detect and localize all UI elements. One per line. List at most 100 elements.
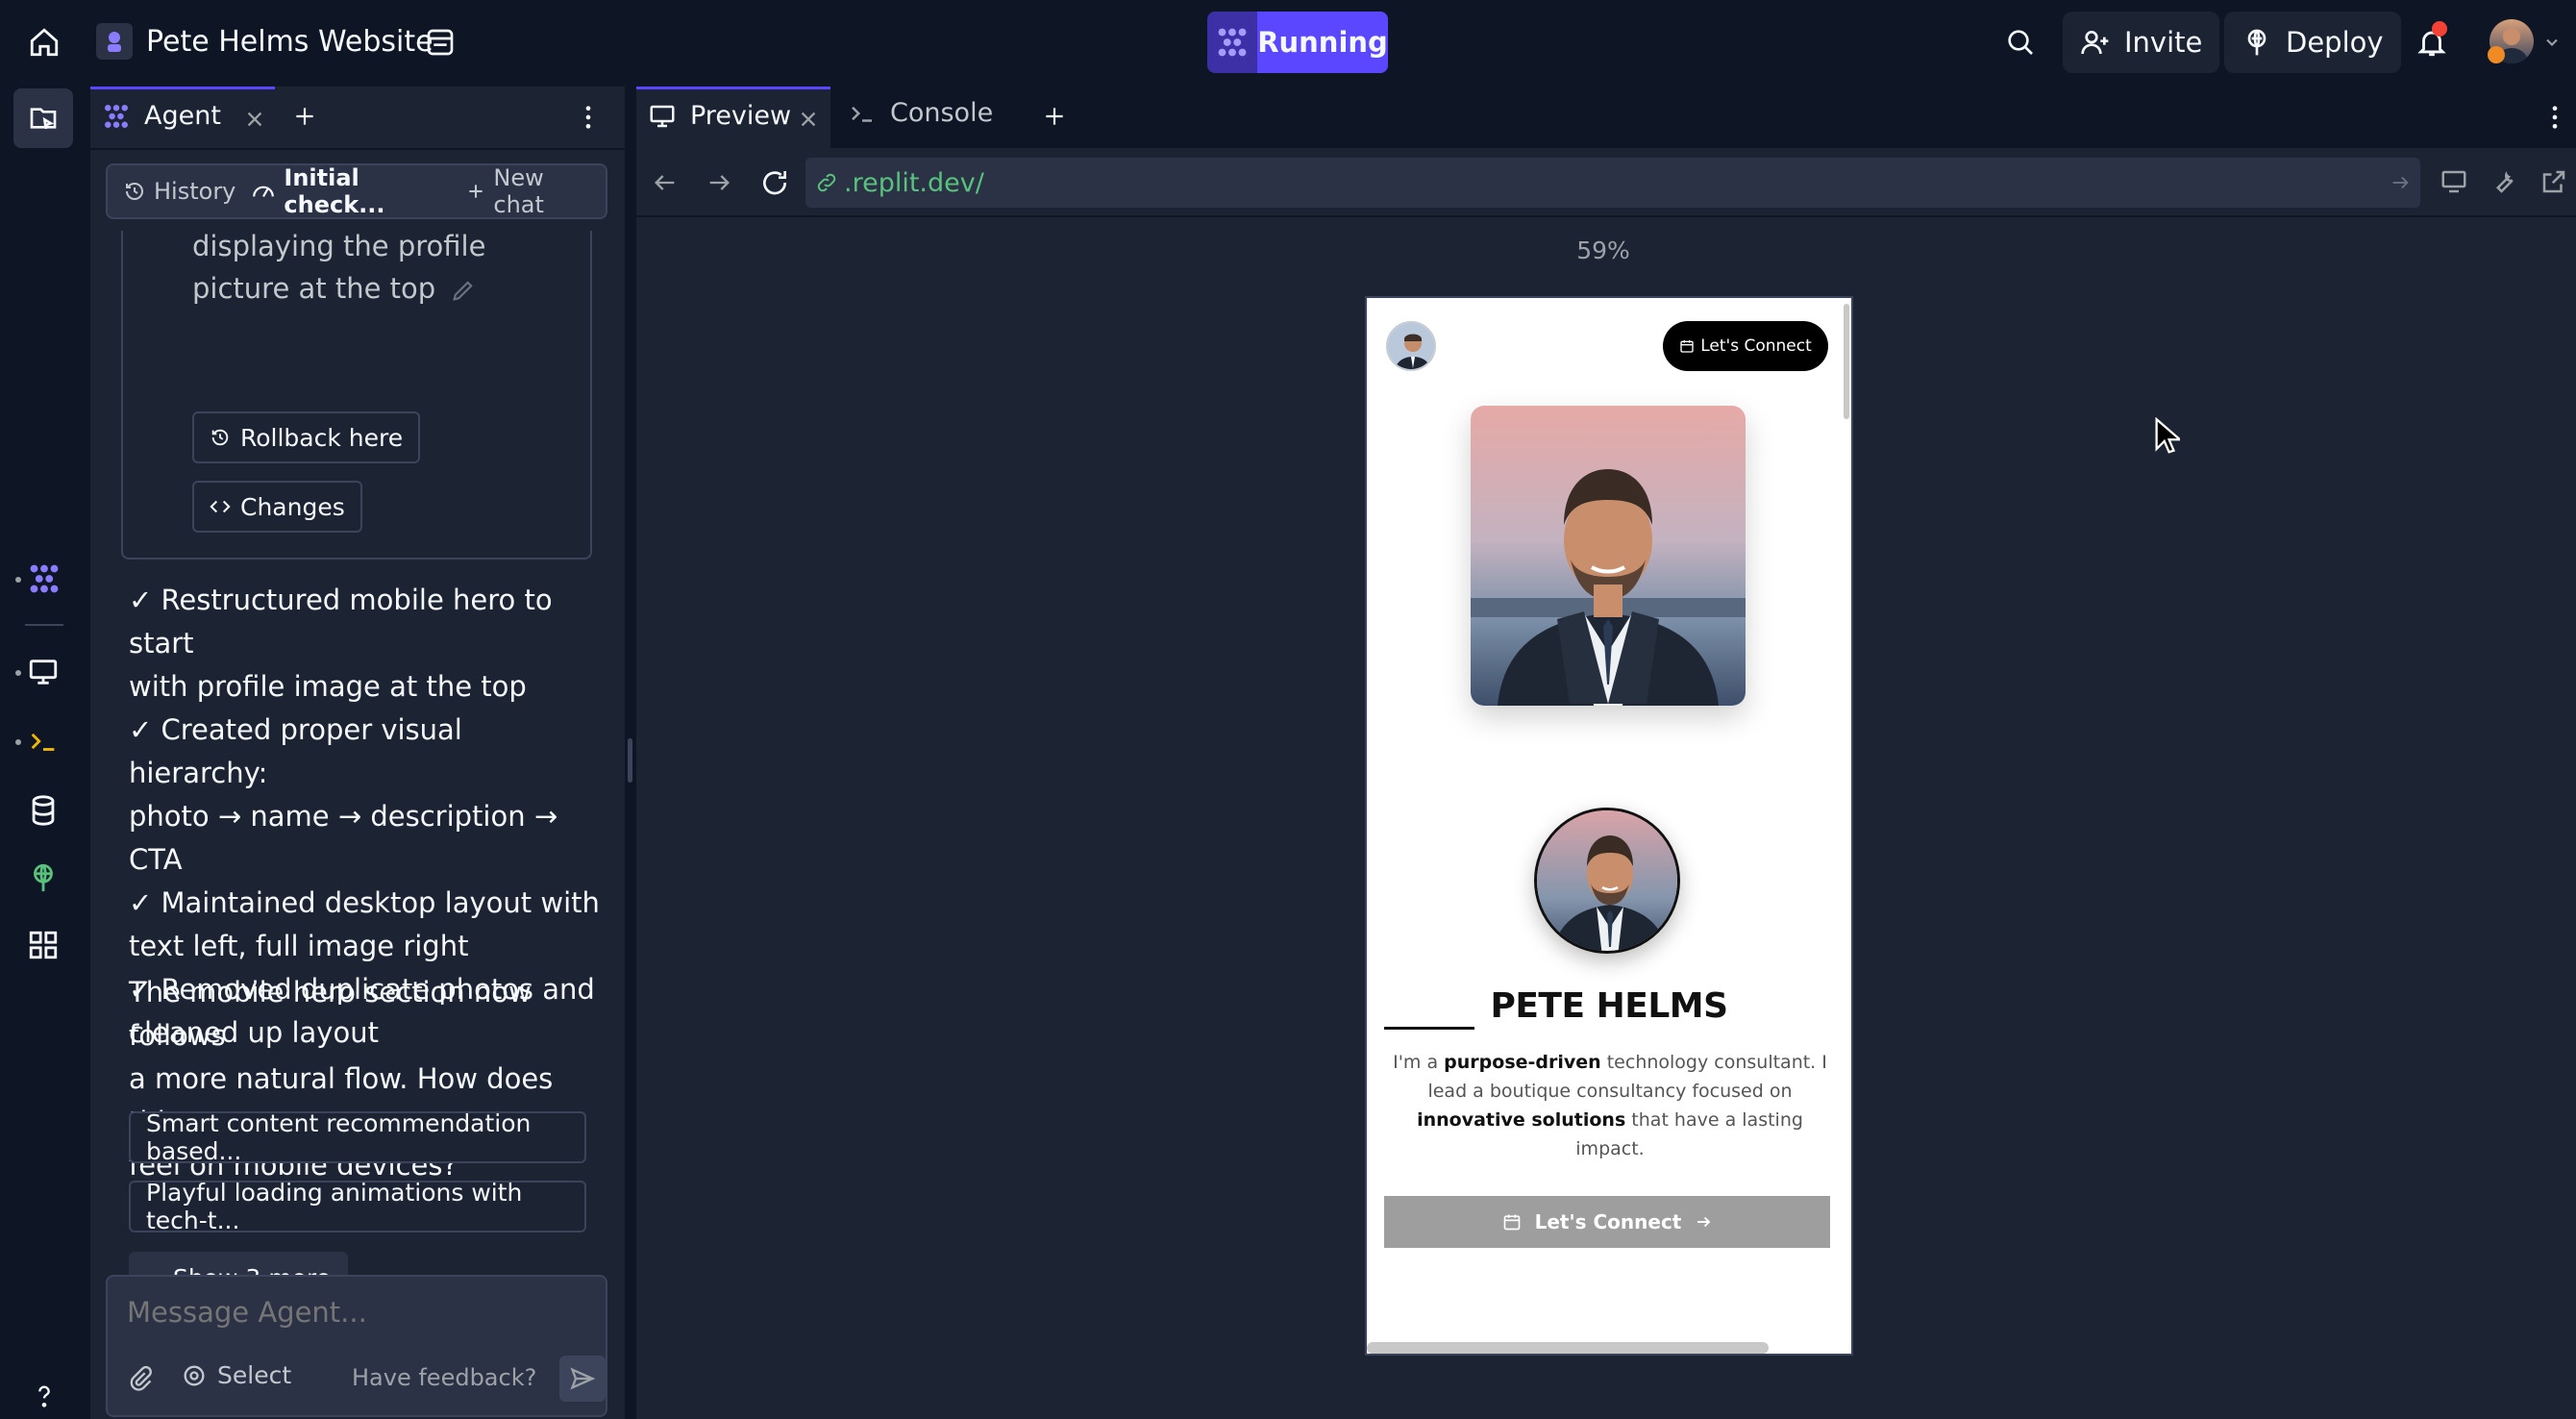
calendar-icon bbox=[1679, 338, 1695, 354]
profile-avatar-circle bbox=[1534, 808, 1680, 954]
url-bar[interactable]: .replit.dev/ bbox=[805, 158, 2420, 208]
chevron-down-icon[interactable] bbox=[2538, 23, 2566, 62]
console-active-dot bbox=[15, 739, 21, 745]
deploy-button[interactable]: Deploy bbox=[2224, 12, 2401, 73]
checkpoint-text-body: displaying the profile picture at the to… bbox=[192, 230, 486, 305]
changes-button[interactable]: Changes bbox=[192, 481, 362, 533]
header-connect-button[interactable]: Let's Connect bbox=[1663, 321, 1828, 371]
bio-text: I'm a bbox=[1393, 1052, 1445, 1073]
bio-emphasis: innovative solutions bbox=[1417, 1109, 1626, 1131]
invite-label: Invite bbox=[2124, 26, 2203, 59]
all-tools-grid-icon[interactable] bbox=[27, 929, 60, 961]
forward-arrow-icon[interactable] bbox=[706, 169, 732, 196]
rollback-button[interactable]: Rollback here bbox=[192, 411, 421, 463]
notification-dot bbox=[2432, 21, 2447, 37]
tab-agent[interactable]: Agent bbox=[90, 87, 275, 148]
message-input[interactable] bbox=[125, 1290, 586, 1334]
history-icon bbox=[123, 180, 146, 203]
changes-label: Changes bbox=[240, 492, 345, 521]
tab-preview[interactable]: Preview bbox=[636, 87, 830, 148]
run-status-label: Running bbox=[1257, 12, 1388, 73]
gauge-icon bbox=[251, 179, 276, 204]
panel-menu-icon[interactable] bbox=[582, 104, 594, 131]
mouse-cursor-icon bbox=[2155, 417, 2180, 456]
new-tab-icon[interactable] bbox=[292, 104, 317, 129]
invite-button[interactable]: Invite bbox=[2063, 12, 2220, 73]
send-button[interactable] bbox=[559, 1356, 606, 1402]
history-button[interactable]: History bbox=[115, 178, 243, 205]
panel-resize-handle[interactable] bbox=[628, 738, 632, 783]
deployments-rail-icon[interactable] bbox=[27, 861, 60, 894]
preview-active-dot bbox=[15, 670, 21, 676]
bio-emphasis: purpose-driven bbox=[1444, 1052, 1601, 1073]
name-accent-line bbox=[1384, 1027, 1474, 1030]
rail-divider bbox=[25, 624, 63, 626]
open-new-window-icon[interactable] bbox=[2539, 167, 2568, 196]
tab-console[interactable]: Console bbox=[830, 87, 1023, 148]
agent-rail-icon[interactable] bbox=[27, 561, 62, 596]
suggestion-chip[interactable]: Playful loading animations with tech-t..… bbox=[129, 1179, 586, 1234]
url-text: .replit.dev/ bbox=[844, 167, 984, 198]
feedback-link[interactable]: Have feedback? bbox=[352, 1361, 536, 1394]
close-tab-icon[interactable] bbox=[798, 109, 819, 130]
workspace-layout-icon[interactable] bbox=[421, 23, 459, 62]
close-tab-icon[interactable] bbox=[244, 109, 265, 130]
new-chat-label: New chat bbox=[493, 164, 544, 218]
checkpoint-button[interactable]: Initial check... bbox=[243, 164, 460, 218]
open-url-arrow-icon[interactable] bbox=[2390, 172, 2411, 193]
calendar-icon bbox=[1502, 1212, 1522, 1232]
project-title[interactable]: Pete Helms Website bbox=[146, 23, 433, 62]
new-chat-button[interactable]: New chat bbox=[460, 164, 598, 218]
header-avatar[interactable] bbox=[1386, 321, 1436, 371]
cta-label: Let's Connect bbox=[1534, 1210, 1682, 1233]
terminal-icon bbox=[848, 99, 877, 128]
back-arrow-icon[interactable] bbox=[652, 169, 679, 196]
arrow-right-icon bbox=[1695, 1213, 1712, 1231]
vertical-scrollbar[interactable] bbox=[1844, 304, 1849, 419]
devtools-wrench-icon[interactable] bbox=[2489, 167, 2518, 196]
monitor-icon bbox=[648, 102, 677, 131]
mobile-preview-frame: Let's Connect PETE HELMS I'm a purpose-d… bbox=[1365, 296, 1853, 1356]
run-button[interactable]: Running bbox=[1207, 12, 1388, 73]
send-icon bbox=[569, 1365, 596, 1392]
rollback-label: Rollback here bbox=[240, 423, 404, 452]
new-tab-icon[interactable] bbox=[1042, 104, 1067, 129]
suggestion-chip[interactable]: Smart content recommendation based... bbox=[129, 1109, 586, 1165]
attach-icon[interactable] bbox=[127, 1365, 154, 1392]
reload-icon[interactable] bbox=[759, 167, 790, 198]
search-icon[interactable] bbox=[2001, 23, 2040, 62]
chat-history-bar: History Initial check... New chat bbox=[106, 163, 607, 219]
console-tab-label: Console bbox=[890, 98, 994, 128]
project-avatar-icon bbox=[96, 23, 133, 60]
link-icon bbox=[815, 171, 838, 194]
database-icon[interactable] bbox=[27, 794, 60, 827]
active-dot bbox=[15, 577, 21, 583]
horizontal-scrollbar[interactable] bbox=[1367, 1342, 1769, 1354]
hero-photo bbox=[1471, 406, 1746, 706]
pencil-icon[interactable] bbox=[450, 277, 477, 304]
preview-rail-icon[interactable] bbox=[27, 656, 60, 688]
panel-menu-icon[interactable] bbox=[2549, 104, 2561, 131]
avatar-status-badge bbox=[2488, 46, 2505, 63]
deploy-label: Deploy bbox=[2286, 26, 2384, 59]
select-label: Select bbox=[217, 1361, 292, 1389]
message-composer: Select Have feedback? bbox=[106, 1275, 607, 1417]
zoom-level: 59% bbox=[1576, 236, 1630, 264]
connect-cta-button[interactable]: Let's Connect bbox=[1384, 1196, 1830, 1248]
code-icon bbox=[210, 496, 231, 517]
summary-line: text left, full image right bbox=[129, 930, 469, 962]
plus-icon bbox=[466, 182, 485, 201]
history-label: History bbox=[154, 178, 236, 205]
checkpoint-text: displaying the profile picture at the to… bbox=[192, 225, 577, 310]
help-icon[interactable] bbox=[31, 1382, 58, 1409]
file-tree-toggle-icon[interactable] bbox=[13, 88, 73, 148]
summary-line: ✓ Maintained desktop layout with bbox=[129, 886, 600, 919]
summary-line: ✓ Created proper visual hierarchy: bbox=[129, 713, 462, 789]
console-rail-icon[interactable] bbox=[27, 725, 60, 758]
home-icon[interactable] bbox=[25, 23, 63, 62]
agent-tab-label: Agent bbox=[144, 101, 221, 131]
replit-agent-icon bbox=[1207, 12, 1257, 73]
deploy-icon bbox=[2242, 27, 2272, 58]
select-button[interactable]: Select bbox=[181, 1361, 291, 1389]
device-view-icon[interactable] bbox=[2440, 167, 2468, 196]
